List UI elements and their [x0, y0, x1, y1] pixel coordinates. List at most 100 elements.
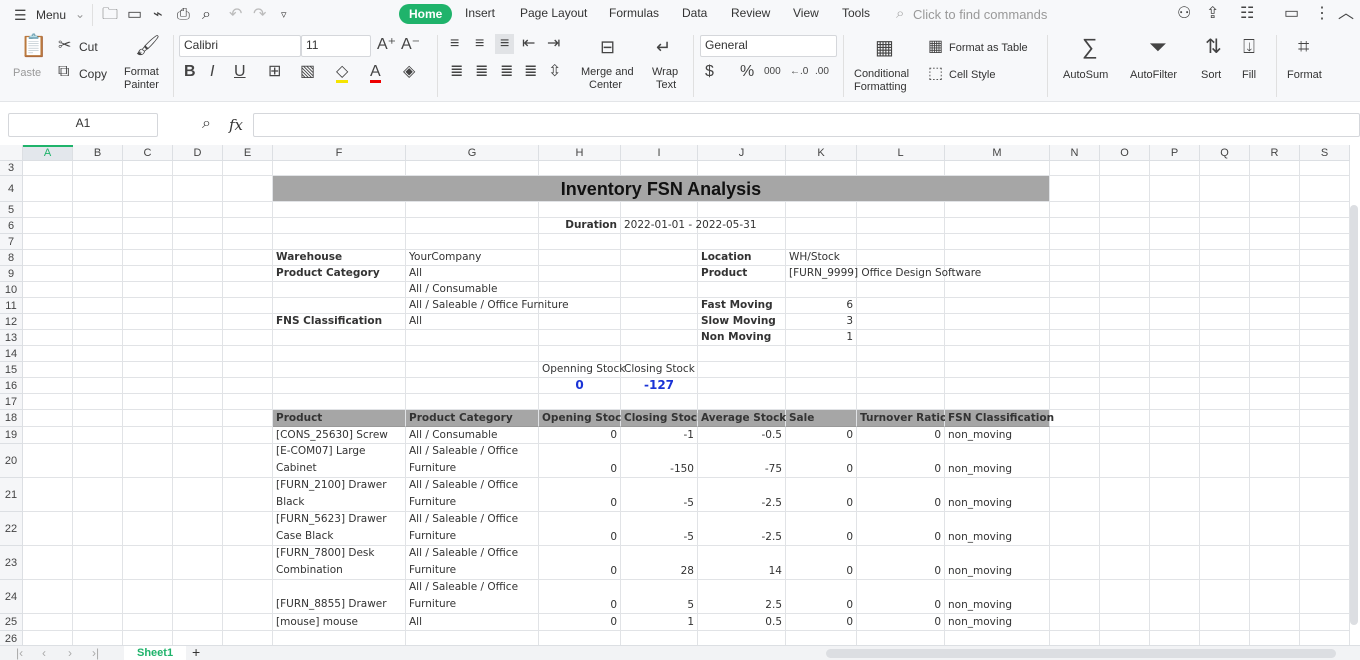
undo-icon[interactable]: ↶ [229, 7, 242, 23]
cell-N17[interactable] [1050, 394, 1100, 410]
cell-R20[interactable] [1250, 444, 1300, 478]
column-header-Q[interactable]: Q [1200, 145, 1250, 161]
cell-A12[interactable] [23, 314, 73, 330]
row-header-15[interactable]: 15 [0, 362, 23, 378]
cell-O12[interactable] [1100, 314, 1150, 330]
column-header-I[interactable]: I [621, 145, 698, 161]
cell-N18[interactable] [1050, 410, 1100, 427]
paste-button[interactable]: Paste [13, 67, 41, 79]
cell-C9[interactable] [123, 266, 173, 282]
cell-I14[interactable] [621, 346, 698, 362]
cell-A4[interactable] [23, 176, 73, 202]
row-header-10[interactable]: 10 [0, 282, 23, 298]
more-icon[interactable]: ▿ [281, 7, 287, 23]
cell-O10[interactable] [1100, 282, 1150, 298]
cell-O8[interactable] [1100, 250, 1150, 266]
cell-H12[interactable] [539, 314, 621, 330]
tab-review[interactable]: Review [731, 6, 770, 20]
cell-E4[interactable] [223, 176, 273, 202]
share-user-icon[interactable]: ⚇ [1177, 6, 1191, 22]
fill-button[interactable]: Fill [1242, 69, 1256, 81]
increase-font-icon[interactable]: A⁺ [377, 37, 396, 53]
column-header-D[interactable]: D [173, 145, 223, 161]
command-search-input[interactable]: Click to find commands [913, 7, 1047, 22]
cell-N19[interactable] [1050, 427, 1100, 444]
cell-R7[interactable] [1250, 234, 1300, 250]
cell-K17[interactable] [786, 394, 857, 410]
column-header-K[interactable]: K [786, 145, 857, 161]
align-bottom-icon[interactable]: ≡ [495, 34, 515, 54]
spreadsheet-grid[interactable]: A B C D E F G H I J K L M N O P Q R S 3 4 5 6 7 8 9 10 11 12 13 14 15 16… [0, 145, 1360, 645]
tab-tools[interactable]: Tools [842, 6, 870, 20]
cell-L16[interactable] [857, 378, 945, 394]
cell-S9[interactable] [1300, 266, 1350, 282]
row-header-6[interactable]: 6 [0, 218, 23, 234]
cell-E8[interactable] [223, 250, 273, 266]
format-button[interactable]: Format [1287, 69, 1322, 81]
cell-C26[interactable] [123, 631, 173, 645]
cell-A13[interactable] [23, 330, 73, 346]
cell-R23[interactable] [1250, 546, 1300, 580]
cell-D3[interactable] [173, 161, 223, 176]
cell-S26[interactable] [1300, 631, 1350, 645]
cell-D21[interactable] [173, 478, 223, 512]
cell-S14[interactable] [1300, 346, 1350, 362]
cell-I9[interactable] [621, 266, 698, 282]
cell-P24[interactable] [1150, 580, 1200, 614]
row-header-12[interactable]: 12 [0, 314, 23, 330]
column-header-C[interactable]: C [123, 145, 173, 161]
cell-B11[interactable] [73, 298, 123, 314]
cell-I3[interactable] [621, 161, 698, 176]
decrease-font-icon[interactable]: A⁻ [401, 37, 420, 53]
row-header-3[interactable]: 3 [0, 161, 23, 176]
cell-F14[interactable] [273, 346, 406, 362]
cell-J14[interactable] [698, 346, 786, 362]
cell-O25[interactable] [1100, 614, 1150, 631]
cell-I10[interactable] [621, 282, 698, 298]
fill-color-icon[interactable]: ◇ [336, 64, 349, 83]
cell-E20[interactable] [223, 444, 273, 478]
row-header-19[interactable]: 19 [0, 427, 23, 444]
cell-O19[interactable] [1100, 427, 1150, 444]
row-header-23[interactable]: 23 [0, 546, 23, 580]
cell-D11[interactable] [173, 298, 223, 314]
cell-B23[interactable] [73, 546, 123, 580]
row-header-18[interactable]: 18 [0, 410, 23, 427]
cell-G3[interactable] [406, 161, 539, 176]
cell-S21[interactable] [1300, 478, 1350, 512]
cell-O13[interactable] [1100, 330, 1150, 346]
cell-G5[interactable] [406, 202, 539, 218]
cell-D19[interactable] [173, 427, 223, 444]
cell-D6[interactable] [173, 218, 223, 234]
cell-B18[interactable] [73, 410, 123, 427]
cell-C20[interactable] [123, 444, 173, 478]
column-header-H[interactable]: H [539, 145, 621, 161]
menu-button[interactable]: Menu [36, 8, 66, 22]
cell-Q8[interactable] [1200, 250, 1250, 266]
conditional-formatting-button[interactable]: Conditional [854, 68, 909, 80]
cell-Q9[interactable] [1200, 266, 1250, 282]
cell-P8[interactable] [1150, 250, 1200, 266]
cell-M12[interactable] [945, 314, 1050, 330]
cell-L7[interactable] [857, 234, 945, 250]
cell-N13[interactable] [1050, 330, 1100, 346]
cell-A25[interactable] [23, 614, 73, 631]
cell-A17[interactable] [23, 394, 73, 410]
font-name-select[interactable]: Calibri [179, 35, 301, 57]
cell-O21[interactable] [1100, 478, 1150, 512]
comment-icon[interactable]: ▭ [1284, 6, 1299, 22]
collapse-icon[interactable]: ︿ [1338, 6, 1354, 22]
cell-A19[interactable] [23, 427, 73, 444]
cell-I26[interactable] [621, 631, 698, 645]
cell-M13[interactable] [945, 330, 1050, 346]
cell-B6[interactable] [73, 218, 123, 234]
cell-Q13[interactable] [1200, 330, 1250, 346]
cell-S7[interactable] [1300, 234, 1350, 250]
cell-B14[interactable] [73, 346, 123, 362]
cell-O9[interactable] [1100, 266, 1150, 282]
column-header-S[interactable]: S [1300, 145, 1350, 161]
cell-J26[interactable] [698, 631, 786, 645]
cell-K3[interactable] [786, 161, 857, 176]
cell-P5[interactable] [1150, 202, 1200, 218]
currency-icon[interactable]: $ [705, 64, 714, 80]
